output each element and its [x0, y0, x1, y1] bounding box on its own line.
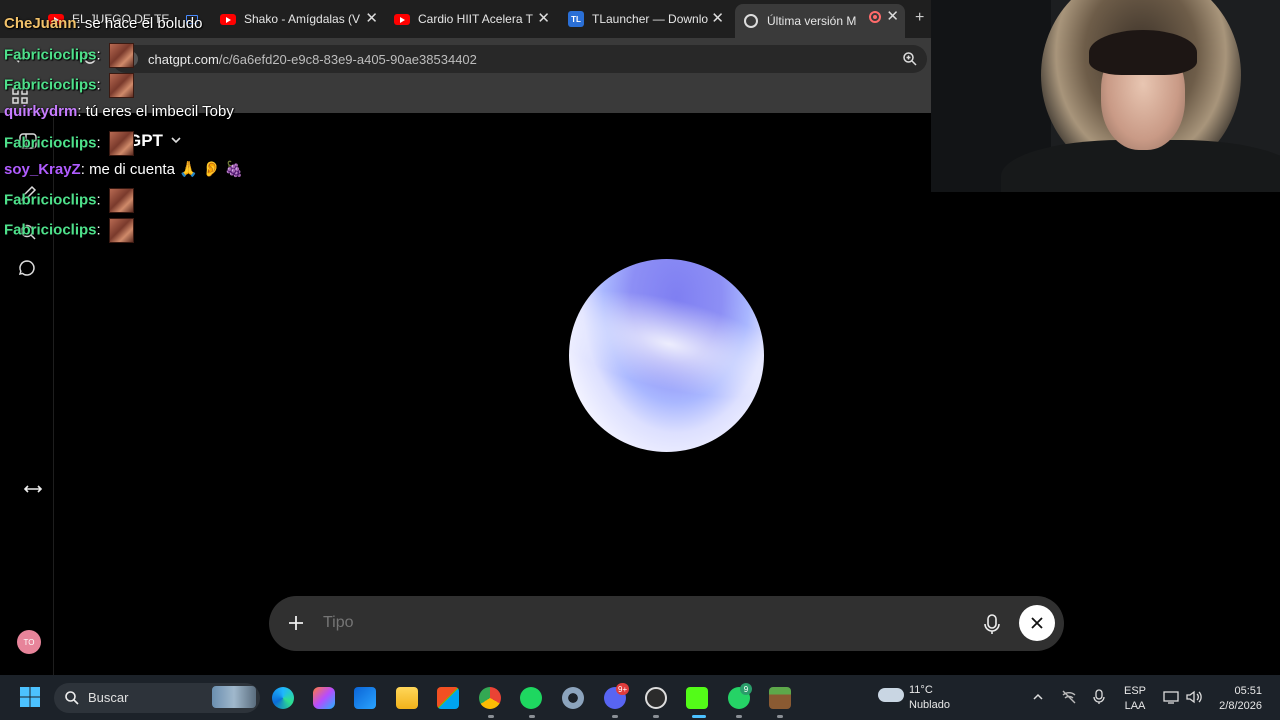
youtube-icon	[220, 11, 236, 27]
running-indicator	[777, 715, 783, 718]
chat-username: quirkydrm	[4, 103, 78, 120]
edge-icon[interactable]	[272, 687, 294, 709]
chat-username: Fabricioclips	[4, 46, 97, 64]
running-indicator	[653, 715, 659, 718]
spotify-icon[interactable]	[520, 687, 542, 709]
chat-line: Fabricioclips:	[4, 43, 134, 68]
chat-username: Fabricioclips	[4, 191, 97, 209]
running-indicator	[692, 715, 706, 718]
clock-date[interactable]: 2/8/2026	[1208, 699, 1262, 713]
chat-line: Fabricioclips:	[4, 188, 134, 213]
chat-message: me di cuenta 🙏 👂 🍇	[89, 161, 244, 178]
chrome-icon[interactable]	[479, 687, 501, 709]
copilot-icon[interactable]	[313, 687, 335, 709]
zoom-icon[interactable]	[902, 51, 918, 67]
close-tab-icon[interactable]: ✕	[711, 10, 724, 28]
display-icon[interactable]	[1163, 689, 1179, 705]
running-indicator	[736, 715, 742, 718]
windows-start-icon[interactable]	[19, 686, 41, 708]
tab-title: Última versión M	[767, 14, 857, 28]
webcam-feed	[931, 0, 1280, 192]
tab-youtube-3[interactable]: Cardio HIIT Acelera T ✕	[386, 6, 556, 32]
chat-emote	[108, 218, 134, 243]
composer-input[interactable]	[323, 614, 923, 632]
youtube-icon	[394, 11, 410, 27]
discord-notification-badge: 9+	[616, 683, 630, 695]
obs-icon[interactable]	[645, 687, 667, 709]
volume-icon[interactable]	[1185, 689, 1203, 705]
taskbar-search-label: Buscar	[88, 690, 129, 705]
search-icon	[65, 691, 79, 705]
weather-desc[interactable]: Nublado	[909, 698, 950, 712]
browser-toolbar	[0, 38, 931, 113]
microphone-icon[interactable]	[1092, 689, 1106, 705]
avatar[interactable]: TO	[17, 630, 41, 654]
chat-line: CheJuann: se hace el boludo	[4, 15, 203, 32]
tab-title: Shako - Amígdalas (V	[244, 12, 361, 26]
whatsapp-notification-badge: 9	[740, 683, 752, 695]
tab-chatgpt-active[interactable]: Última versión M ✕	[735, 4, 905, 38]
microsoft-store-icon[interactable]	[437, 687, 459, 709]
cloud-icon[interactable]	[878, 688, 904, 702]
chat-message: tú eres el imbecil Toby	[85, 103, 234, 120]
close-tab-icon[interactable]: ✕	[537, 10, 550, 28]
tab-title: TLauncher — Downlo	[592, 12, 709, 26]
running-indicator	[529, 715, 535, 718]
chat-emote	[108, 131, 134, 156]
chat-emote	[108, 188, 134, 213]
chevron-down-icon[interactable]	[170, 134, 182, 146]
chat-line: Fabricioclips:	[4, 131, 134, 156]
input-language[interactable]: ESP	[1124, 684, 1146, 698]
new-tab-button[interactable]: +	[915, 9, 924, 27]
chat-message: se hace el boludo	[84, 15, 203, 32]
tab-title: Cardio HIIT Acelera T	[418, 12, 533, 26]
end-voice-button[interactable]	[1019, 605, 1055, 641]
weather-temp[interactable]: 11°C	[909, 683, 933, 697]
close-tab-icon[interactable]: ✕	[365, 10, 378, 28]
kick-icon[interactable]	[686, 687, 708, 709]
chat-emote	[108, 73, 134, 98]
plus-icon[interactable]	[286, 613, 306, 633]
chat-line: Fabricioclips:	[4, 73, 134, 98]
minecraft-icon[interactable]	[769, 687, 791, 709]
url-path: /c/6a6efd20-e9c8-83e9-a405-90ae38534402	[218, 52, 477, 67]
chat-bubble-icon[interactable]	[17, 258, 37, 278]
chatgpt-icon	[743, 13, 759, 29]
chevron-up-icon[interactable]	[1032, 691, 1044, 703]
url-host: chatgpt.com	[148, 52, 219, 67]
running-indicator	[612, 715, 618, 718]
running-indicator	[488, 715, 494, 718]
search-highlight-image	[212, 686, 256, 708]
chat-emote	[108, 43, 134, 68]
close-tab-icon[interactable]: ✕	[886, 8, 899, 26]
chat-username: CheJuann	[4, 15, 77, 32]
chat-line: quirkydrm: tú eres el imbecil Toby	[4, 103, 234, 120]
outlook-icon[interactable]	[354, 687, 376, 709]
tlauncher-icon: TL	[568, 11, 584, 27]
tab-tlauncher[interactable]: TL TLauncher — Downlo ✕	[560, 6, 730, 32]
settings-gear-icon[interactable]	[562, 687, 584, 709]
clock-time[interactable]: 05:51	[1212, 684, 1262, 698]
keyboard-layout[interactable]: LAA	[1124, 699, 1146, 713]
chat-line: Fabricioclips:	[4, 218, 134, 243]
chat-username: Fabricioclips	[4, 221, 97, 239]
chat-username: soy_KrayZ	[4, 161, 81, 178]
recording-icon	[869, 11, 881, 23]
tab-youtube-2[interactable]: Shako - Amígdalas (V ✕	[212, 6, 384, 32]
microphone-icon[interactable]	[981, 612, 1003, 636]
resize-handle-icon[interactable]	[23, 479, 43, 499]
voice-mode-orb	[569, 259, 764, 452]
network-off-icon[interactable]	[1061, 689, 1077, 705]
file-explorer-icon[interactable]	[396, 687, 418, 709]
url-text[interactable]: chatgpt.com/c/6a6efd20-e9c8-83e9-a405-90…	[148, 52, 477, 67]
close-icon	[1031, 617, 1043, 629]
chat-line: soy_KrayZ: me di cuenta 🙏 👂 🍇	[4, 161, 244, 178]
chat-username: Fabricioclips	[4, 134, 97, 152]
chat-username: Fabricioclips	[4, 76, 97, 94]
